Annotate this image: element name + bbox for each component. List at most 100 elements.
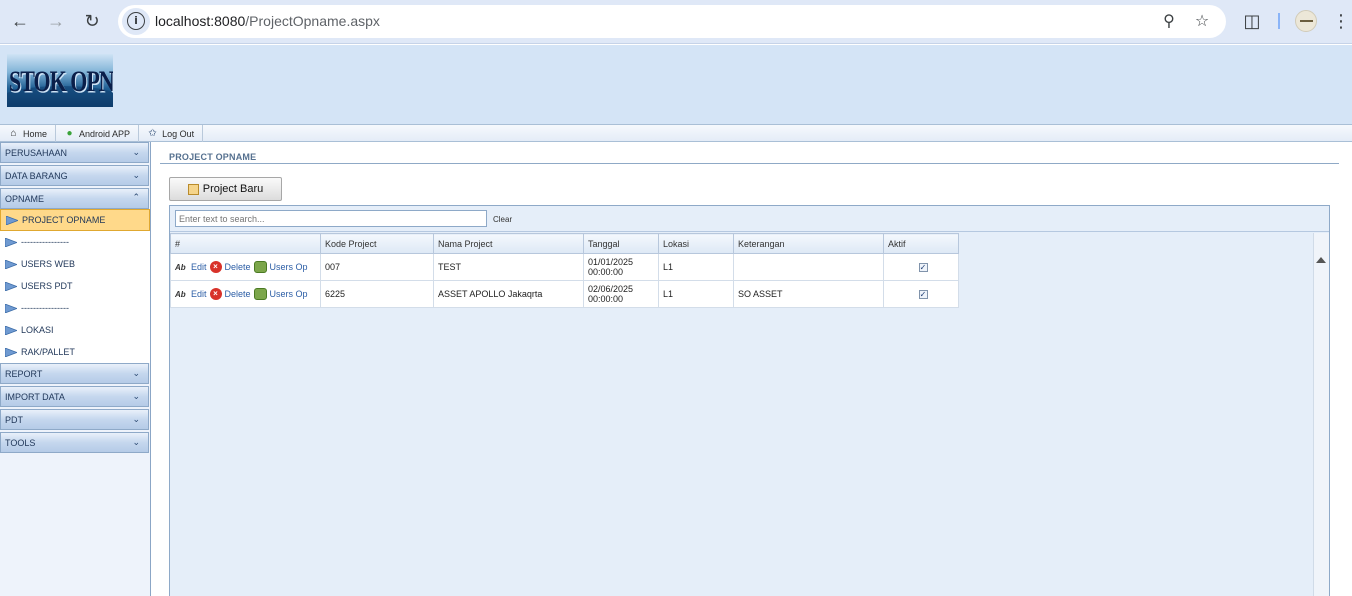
menu-android-app[interactable]: ● Android APP: [56, 125, 140, 142]
tanggal-date: 02/06/2025: [588, 284, 634, 294]
opname-items: PROJECT OPNAME ---------------- USERS WE…: [0, 209, 150, 363]
project-baru-button[interactable]: Project Baru: [169, 177, 282, 201]
table-row: Ab Edit × Delete Users Op 6225 ASSET APO…: [170, 280, 959, 308]
keterangan-cell: [733, 253, 884, 281]
users-op-link[interactable]: Users Op: [270, 262, 308, 272]
clear-link[interactable]: Clear: [493, 215, 512, 224]
sidebar-item-label: USERS WEB: [21, 259, 76, 269]
sidebar-section-report[interactable]: REPORT ⌄: [0, 363, 149, 384]
table-row: Ab Edit × Delete Users Op 007 TEST 01/01…: [170, 253, 959, 281]
sidebar-item-label: PROJECT OPNAME: [22, 215, 106, 225]
users-icon[interactable]: [253, 288, 267, 300]
column-header[interactable]: Keterangan: [733, 233, 884, 254]
sidebar-section-import-data[interactable]: IMPORT DATA ⌄: [0, 386, 149, 407]
chevron-down-icon: ⌄: [132, 391, 140, 401]
delete-link[interactable]: Delete: [225, 289, 251, 299]
browser-toolbar: ← → ↻ i localhost:8080/ProjectOpname.asp…: [0, 0, 1352, 44]
chevron-up-icon: ⌃: [132, 192, 140, 202]
menu-logout-label: Log Out: [162, 128, 195, 139]
reload-icon[interactable]: ↻: [81, 10, 103, 32]
section-label: REPORT: [5, 369, 43, 379]
sidebar-item-label: USERS PDT: [21, 281, 73, 291]
column-header[interactable]: #: [170, 233, 321, 254]
profile-avatar[interactable]: [1295, 10, 1317, 32]
edit-icon[interactable]: Ab: [175, 263, 188, 272]
keterangan-cell: SO ASSET: [733, 280, 884, 308]
url-path: /ProjectOpname.aspx: [245, 13, 380, 29]
zoom-icon[interactable]: ⚲: [1160, 13, 1178, 31]
chevron-down-icon: ⌄: [132, 414, 140, 424]
arrow-icon: [5, 303, 17, 313]
sidebar-section-pdt[interactable]: PDT ⌄: [0, 409, 149, 430]
info-icon[interactable]: i: [127, 12, 145, 30]
site-header: STOK OPNAME: [0, 45, 1352, 124]
kode-cell: 007: [320, 253, 434, 281]
aktif-checkbox[interactable]: ✓: [918, 289, 928, 299]
vertical-scrollbar[interactable]: [1313, 233, 1329, 596]
extensions-icon[interactable]: ◫: [1241, 10, 1263, 32]
users-icon[interactable]: [253, 261, 267, 273]
aktif-cell: ✓: [883, 280, 959, 308]
lokasi-cell: L1: [658, 253, 734, 281]
chevron-down-icon: ⌄: [132, 170, 140, 180]
kode-cell: 6225: [320, 280, 434, 308]
toolbar-divider: [1278, 13, 1280, 29]
forward-icon[interactable]: →: [45, 10, 67, 32]
menu-icon[interactable]: ⋮: [1330, 10, 1352, 32]
sidebar-item-project-opname[interactable]: PROJECT OPNAME: [0, 209, 150, 231]
nama-cell: TEST: [433, 253, 584, 281]
menu-logout[interactable]: ✩ Log Out: [139, 125, 204, 142]
users-op-link[interactable]: Users Op: [270, 289, 308, 299]
android-icon: ●: [66, 128, 73, 139]
sidebar-item-users-pdt[interactable]: USERS PDT: [0, 275, 150, 297]
site-logo[interactable]: STOK OPNAME: [7, 54, 113, 107]
sidebar-item-lokasi[interactable]: LOKASI: [0, 319, 150, 341]
column-header[interactable]: Tanggal: [583, 233, 659, 254]
chevron-down-icon: ⌄: [132, 147, 140, 157]
project-baru-label: Project Baru: [202, 183, 264, 195]
sidebar-section-data-barang[interactable]: DATA BARANG ⌄: [0, 165, 149, 186]
edit-icon[interactable]: Ab: [175, 290, 188, 299]
section-label: OPNAME: [5, 194, 45, 204]
column-header[interactable]: Lokasi: [658, 233, 734, 254]
column-header[interactable]: Kode Project: [320, 233, 434, 254]
arrow-icon: [5, 347, 17, 357]
nama-cell: ASSET APOLLO Jakaqrta: [433, 280, 584, 308]
delete-icon[interactable]: ×: [209, 261, 222, 273]
section-label: PDT: [5, 415, 23, 425]
back-icon[interactable]: ←: [9, 10, 31, 32]
sidebar-item-label: LOKASI: [21, 325, 54, 335]
sidebar-item-users-web[interactable]: USERS WEB: [0, 253, 150, 275]
search-input[interactable]: [175, 210, 487, 227]
sidebar-section-perusahaan[interactable]: PERUSAHAAN ⌄: [0, 142, 149, 163]
aktif-checkbox[interactable]: ✓: [918, 262, 928, 272]
walking-person-icon: ✩: [148, 128, 157, 139]
sidebar-item-separator[interactable]: ----------------: [0, 231, 150, 253]
tanggal-cell: 01/01/2025 00:00:00: [583, 253, 659, 281]
lokasi-cell: L1: [658, 280, 734, 308]
sidebar-item-separator[interactable]: ----------------: [0, 297, 150, 319]
row-actions-cell: Ab Edit × Delete Users Op: [170, 253, 321, 281]
sidebar: PERUSAHAAN ⌄ DATA BARANG ⌄ OPNAME ⌃ PROJ…: [0, 142, 151, 596]
menu-home[interactable]: ⌂ Home: [0, 125, 57, 142]
delete-link[interactable]: Delete: [225, 262, 251, 272]
table-header-row: # Kode Project Nama Project Tanggal Loka…: [170, 233, 959, 254]
delete-icon[interactable]: ×: [209, 288, 222, 300]
sidebar-item-rak-pallet[interactable]: RAK/PALLET: [0, 341, 150, 363]
edit-link[interactable]: Edit: [191, 262, 207, 272]
address-bar[interactable]: i localhost:8080/ProjectOpname.aspx ⚲ ☆: [118, 5, 1226, 38]
sidebar-section-tools[interactable]: TOOLS ⌄: [0, 432, 149, 453]
sidebar-section-opname[interactable]: OPNAME ⌃: [0, 188, 149, 209]
column-header[interactable]: Aktif: [883, 233, 959, 254]
url-text[interactable]: localhost:8080/ProjectOpname.aspx: [155, 13, 380, 29]
column-header[interactable]: Nama Project: [433, 233, 584, 254]
scroll-up-arrow-icon[interactable]: [1316, 257, 1326, 263]
star-icon[interactable]: ☆: [1193, 13, 1211, 31]
arrow-icon: [5, 237, 17, 247]
tanggal-time: 00:00:00: [588, 294, 624, 304]
sidebar-item-label: ----------------: [21, 237, 69, 247]
edit-link[interactable]: Edit: [191, 289, 207, 299]
arrow-icon: [6, 215, 18, 225]
project-grid: Clear # Kode Project Nama Project Tangga…: [169, 205, 1330, 596]
title-divider: [160, 163, 1339, 164]
